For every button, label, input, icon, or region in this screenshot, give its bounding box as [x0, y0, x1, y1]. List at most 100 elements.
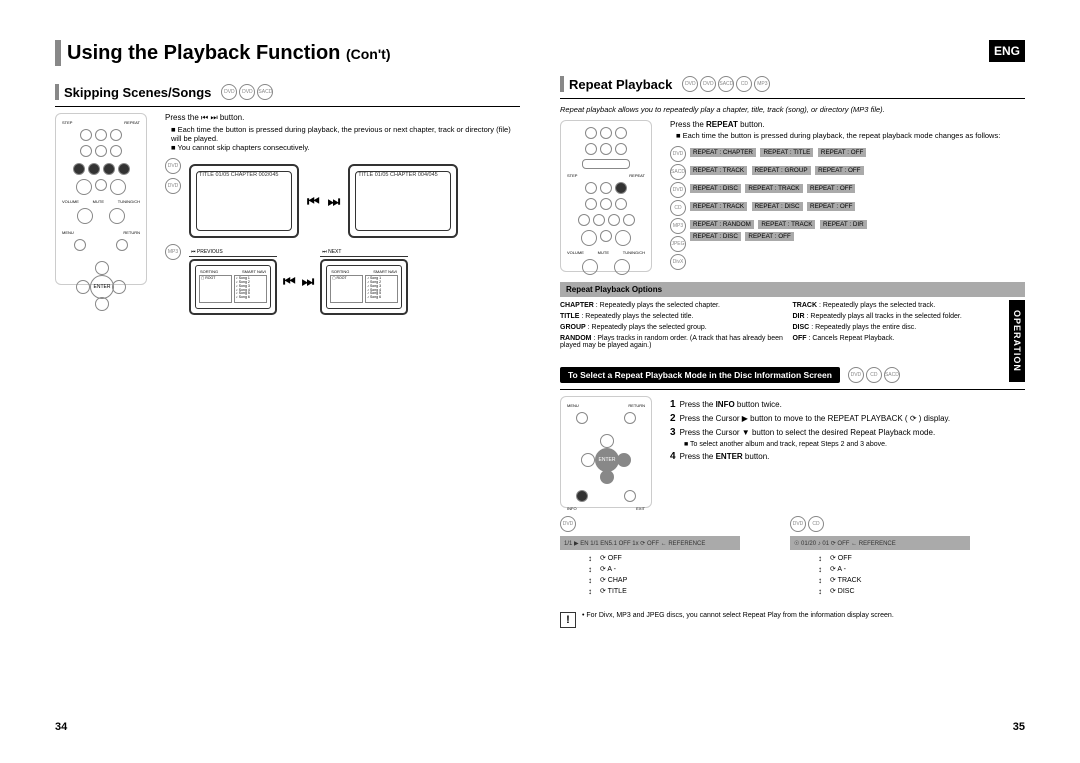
prev-icon: ⏮ [307, 193, 320, 210]
mode-badge: REPEAT : TRACK [690, 202, 747, 211]
disc-icon: DVD [670, 146, 686, 162]
note-text: • For Divx, MP3 and JPEG discs, you cann… [582, 612, 894, 628]
title-cont: (Con't) [346, 46, 391, 62]
disc-icon: CD [808, 516, 824, 532]
mode-badge: REPEAT : OFF [818, 148, 866, 157]
remote-dpad-diagram: MENURETURN ENTER INFOEXIT [560, 396, 652, 508]
next-icon: ⏭ [302, 273, 315, 290]
disc-icon: MP3 [165, 244, 181, 260]
disc-icon: CD [736, 76, 752, 92]
disc-icon: DVD [560, 516, 576, 532]
mini-label: ⏮ PREVIOUS [189, 248, 277, 257]
mode-badge: REPEAT : DIR [820, 220, 867, 229]
repeat-mode-row: MP3 JPEG DivX REPEAT : RANDOM REPEAT : T… [670, 218, 1025, 270]
option-item: GROUP : Repeatedly plays the selected gr… [560, 324, 793, 331]
disc-icon: DVD [165, 158, 181, 174]
option-item: TITLE : Repeatedly plays the selected ti… [560, 313, 793, 320]
disc-icon: DivX [670, 254, 686, 270]
prev-button[interactable] [73, 163, 85, 175]
step-3: 3Press the Cursor ▼ button to select the… [670, 427, 1025, 438]
flow-item: ⟳ TRACK [830, 576, 970, 584]
repeat-mode-row: SACD REPEAT : TRACK REPEAT : GROUP REPEA… [670, 164, 1025, 180]
step-2: 2Press the Cursor ▶ button to move to th… [670, 413, 1025, 424]
option-item: DIR : Repeatedly plays all tracks in the… [793, 313, 1026, 320]
main-title-row: Using the Playback Function (Con't) [55, 40, 520, 66]
option-item: DISC : Repeatedly plays the entire disc. [793, 324, 1026, 331]
options-grid: CHAPTER : Repeatedly plays the selected … [560, 302, 1025, 353]
select-mode-header: To Select a Repeat Playback Mode in the … [560, 367, 1025, 383]
section-divider [560, 98, 1025, 99]
disc-icon: SACD [257, 84, 273, 100]
mode-badge: REPEAT : OFF [815, 166, 863, 175]
mode-badge: REPEAT : OFF [807, 184, 855, 193]
step-1: 1Press the INFO button twice. [670, 399, 1025, 410]
note-box: ! • For Divx, MP3 and JPEG discs, you ca… [560, 612, 1025, 628]
option-item: RANDOM : Plays tracks in random order. (… [560, 335, 793, 349]
info-bar: 1/1 ▶ EN 1/1 EN5.1 OFF 1x ⟳ OFF ← REFERE… [560, 536, 740, 550]
disc-icon: MP3 [670, 218, 686, 234]
option-item: CHAPTER : Repeatedly plays the selected … [560, 302, 793, 309]
section-divider [55, 106, 520, 107]
disc-icon: SACD [670, 164, 686, 180]
intro-text: Repeat playback allows you to repeatedly… [560, 105, 1025, 114]
step-3-sub: ■ To select another album and track, rep… [684, 441, 1025, 448]
disc-icon: DVD [221, 84, 237, 100]
disc-icon: DVD [165, 178, 181, 194]
next-button[interactable] [118, 163, 130, 175]
tv-caption: TITLE 01/05 CHAPTER 004/045 [358, 172, 437, 178]
repeat-button[interactable] [615, 182, 627, 194]
flow-item: ⟳ A - [600, 565, 740, 573]
section-accent-bar [560, 76, 564, 92]
disc-icon: DVD [670, 182, 686, 198]
next-icon: ⏭ [328, 193, 341, 210]
remote-control-diagram: STEPREPEAT VOLUMEMUTETUNING/CH [55, 113, 147, 285]
bottom-diagrams: DVD 1/1 ▶ EN 1/1 EN5.1 OFF 1x ⟳ OFF ← RE… [560, 516, 1025, 598]
note-icon: ! [560, 612, 576, 628]
press-instruction: Press the ⏮ ⏭ button. [165, 113, 520, 123]
enter-button[interactable]: ENTER [595, 448, 619, 472]
title-accent-bar [55, 40, 61, 66]
tv-screens-row: TITLE 01/05 CHAPTER 002/045 ⏮ ⏭ TITLE 01… [189, 164, 458, 238]
section-title: Repeat Playback [569, 77, 672, 92]
disc-icon: DVD [848, 367, 864, 383]
disc-icon: DVD [682, 76, 698, 92]
mode-badge: REPEAT : OFF [745, 232, 793, 241]
disc-icon: CD [670, 200, 686, 216]
page-title: Using the Playback Function (Con't) [67, 42, 390, 65]
flow-item: ⟳ TITLE [600, 587, 740, 595]
page-right: Repeat Playback DVD DVD SACD CD MP3 Repe… [560, 40, 1025, 733]
tv-screen: TITLE 01/05 CHAPTER 002/045 [189, 164, 299, 238]
mode-badge: REPEAT : RANDOM [690, 220, 754, 229]
bullet-text: ■ Each time the button is pressed during… [171, 125, 520, 152]
repeat-section-header: Repeat Playback DVD DVD SACD CD MP3 [560, 76, 1025, 92]
mini-tv: SORTINGSMART NAVI ▢ ROOT ♪ Song 1 ♪ Song… [320, 259, 408, 315]
option-item: TRACK : Repeatedly plays the selected tr… [793, 302, 1026, 309]
repeat-mode-row: CD REPEAT : TRACK REPEAT : DISC REPEAT :… [670, 200, 1025, 216]
disc-type-icons: DVD DVD SACD CD MP3 [682, 76, 770, 92]
bullet-text: ■ Each time the button is pressed during… [676, 131, 1025, 140]
flow-item: ⟳ OFF [830, 554, 970, 562]
page-left: Using the Playback Function (Con't) Skip… [55, 40, 520, 733]
info-button[interactable] [576, 490, 588, 502]
mini-tv: SORTINGSMART NAVI ▢ ROOT ♪ Song 1 ♪ Song… [189, 259, 277, 315]
option-item: OFF : Cancels Repeat Playback. [793, 335, 1026, 349]
mode-badge: REPEAT : DISC [690, 184, 741, 193]
mode-badge: REPEAT : TITLE [760, 148, 813, 157]
prev-icon: ⏮ [283, 273, 296, 290]
disc-icon: CD [866, 367, 882, 383]
title-main: Using the Playback Function [67, 42, 340, 64]
section-divider [560, 389, 1025, 390]
select-mode-pill: To Select a Repeat Playback Mode in the … [560, 367, 840, 383]
page-number: 34 [55, 721, 67, 733]
flow-item: ⟳ CHAP [600, 576, 740, 584]
mode-badge: REPEAT : TRACK [745, 184, 802, 193]
diagram-cd: DVDCD ☉ 01/20 ♪ 01 ⟳ OFF ← REFERENCE ⟳ O… [790, 516, 970, 598]
info-bar: ☉ 01/20 ♪ 01 ⟳ OFF ← REFERENCE [790, 536, 970, 550]
disc-type-icons: DVD DVD SACD [221, 84, 273, 100]
disc-icon: SACD [884, 367, 900, 383]
press-instruction: Press the REPEAT button. [670, 120, 1025, 129]
page-number: 35 [1013, 721, 1025, 733]
tv-screen: TITLE 01/05 CHAPTER 004/045 [348, 164, 458, 238]
flow-item: ⟳ OFF [600, 554, 740, 562]
mini-screens-row: ⏮ PREVIOUS SORTINGSMART NAVI ▢ ROOT ♪ So… [189, 248, 408, 315]
